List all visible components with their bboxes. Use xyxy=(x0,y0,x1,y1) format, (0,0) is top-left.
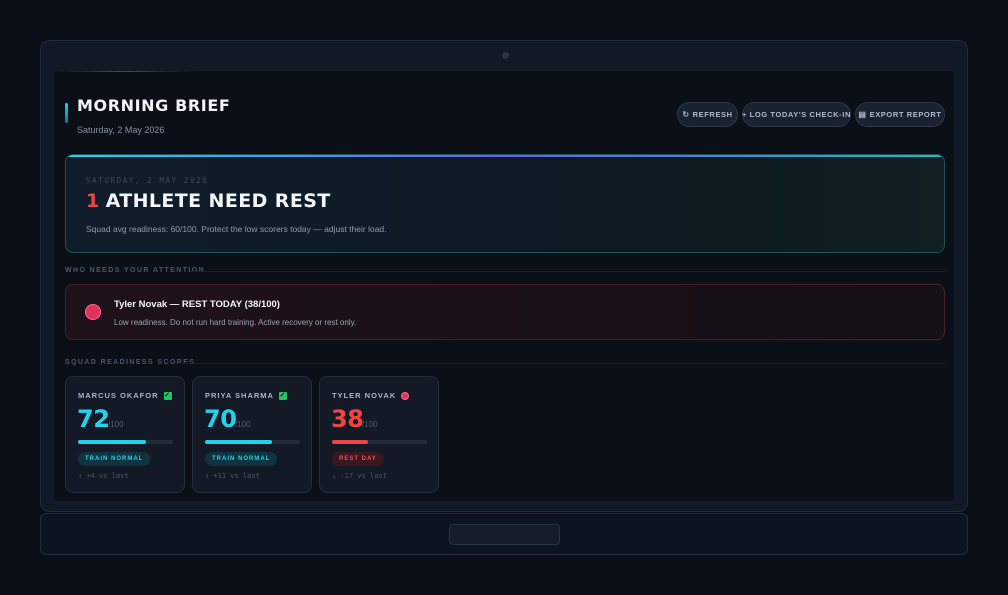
export-report-button[interactable]: ▤ EXPORT REPORT xyxy=(855,102,945,127)
page-date: Saturday, 2 May 2026 xyxy=(77,125,165,135)
readiness-bar xyxy=(205,440,300,444)
score-delta: ↑ +4 vs last xyxy=(78,472,129,480)
rest-alert-card[interactable]: Tyler Novak — REST TODAY (38/100) Low re… xyxy=(65,284,945,340)
screen-glow xyxy=(54,71,194,72)
readiness-bar-fill xyxy=(78,440,147,444)
score-delta: ↓ -17 vs last xyxy=(332,472,387,480)
athlete-card[interactable]: TYLER NOVAK 38 /100 REST DAY ↓ -17 vs la… xyxy=(319,376,439,493)
hero-headline-text: ATHLETE NEED REST xyxy=(105,190,331,212)
app-screen: MORNING BRIEF Saturday, 2 May 2026 ↻ REF… xyxy=(54,71,954,501)
log-checkin-button[interactable]: + LOG TODAY'S CHECK-IN xyxy=(742,102,851,127)
refresh-label: REFRESH xyxy=(692,110,733,119)
athlete-card[interactable]: PRIYA SHARMA ✓ 70 /100 TRAIN NORMAL ↑ +11… xyxy=(192,376,312,493)
readiness-score: 72 xyxy=(77,405,110,433)
alert-title: Tyler Novak — REST TODAY (38/100) xyxy=(114,299,280,310)
score-delta: ↑ +11 vs last xyxy=(205,472,260,480)
readiness-bar-fill xyxy=(332,440,369,444)
athlete-name-text: PRIYA SHARMA xyxy=(205,391,274,400)
score-max: /100 xyxy=(362,420,378,429)
hero-gradient-line xyxy=(66,155,944,157)
squad-section-label: SQUAD READINESS SCORES xyxy=(65,359,196,366)
readiness-score: 70 xyxy=(204,405,237,433)
laptop-base xyxy=(40,513,968,555)
hero-subtitle: Squad avg readiness: 60/100. Protect the… xyxy=(86,224,387,234)
title-accent-bar xyxy=(65,103,68,123)
athlete-name-text: TYLER NOVAK xyxy=(332,391,397,400)
document-icon: ▤ xyxy=(858,110,867,119)
athlete-card[interactable]: MARCUS OKAFOR ✓ 72 /100 TRAIN NORMAL ↑ +4… xyxy=(65,376,185,493)
export-report-label: EXPORT REPORT xyxy=(869,110,942,119)
athlete-name: PRIYA SHARMA ✓ xyxy=(205,391,287,400)
hero-date: SATURDAY, 2 MAY 2026 xyxy=(86,176,209,185)
camera-icon xyxy=(500,50,511,61)
summary-hero-card: SATURDAY, 2 MAY 2026 1 ATHLETE NEED REST … xyxy=(65,154,945,253)
readiness-bar xyxy=(332,440,427,444)
stop-icon xyxy=(85,304,101,320)
check-icon: ✓ xyxy=(278,391,287,400)
check-icon: ✓ xyxy=(163,391,172,400)
refresh-button[interactable]: ↻ REFRESH xyxy=(677,102,738,127)
status-badge: REST DAY xyxy=(332,452,384,466)
page-title: MORNING BRIEF xyxy=(77,96,231,115)
log-checkin-label: + LOG TODAY'S CHECK-IN xyxy=(742,110,851,119)
attention-section-label: WHO NEEDS YOUR ATTENTION xyxy=(65,267,206,274)
refresh-icon: ↻ xyxy=(682,110,690,119)
readiness-bar xyxy=(78,440,173,444)
status-badge: TRAIN NORMAL xyxy=(78,452,151,466)
score-max: /100 xyxy=(108,420,124,429)
athlete-name: MARCUS OKAFOR ✓ xyxy=(78,391,172,400)
trackpad xyxy=(449,524,560,545)
rest-count: 1 xyxy=(86,190,100,212)
readiness-score: 38 xyxy=(331,405,364,433)
hero-headline: 1 ATHLETE NEED REST xyxy=(86,190,331,212)
laptop-lid: MORNING BRIEF Saturday, 2 May 2026 ↻ REF… xyxy=(40,40,968,512)
section-divider xyxy=(190,271,945,272)
status-badge: TRAIN NORMAL xyxy=(205,452,278,466)
readiness-bar-fill xyxy=(205,440,272,444)
alert-dot-icon xyxy=(401,391,410,400)
athlete-name-text: MARCUS OKAFOR xyxy=(78,391,159,400)
score-max: /100 xyxy=(235,420,251,429)
alert-text: Low readiness. Do not run hard training.… xyxy=(114,318,357,327)
athlete-name: TYLER NOVAK xyxy=(332,391,410,400)
section-divider xyxy=(180,363,945,364)
